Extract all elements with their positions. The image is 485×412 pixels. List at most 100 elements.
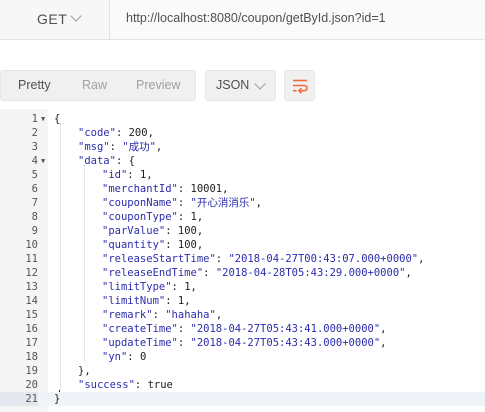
- code-text: "msg": "成功",: [78, 140, 162, 154]
- tab-preview[interactable]: Preview: [136, 78, 180, 92]
- code-line: 7 "couponName": "开心消消乐",: [0, 196, 485, 210]
- json-punct: :: [177, 197, 191, 209]
- code-text: "merchantId": 10001,: [102, 182, 228, 196]
- format-select[interactable]: JSON: [205, 70, 276, 101]
- line-number: 21: [0, 392, 38, 406]
- code-line: 19},: [0, 364, 485, 378]
- json-punct: :: [171, 281, 185, 293]
- json-punct: :: [165, 295, 178, 307]
- tab-raw[interactable]: Raw: [82, 78, 107, 92]
- fold-toggle-icon[interactable]: ▼: [41, 154, 45, 168]
- code-text: "limitType": 1,: [102, 280, 197, 294]
- line-number: 18: [25, 351, 38, 363]
- code-line: 14 "limitNum": 1,: [0, 294, 485, 308]
- code-text: "success": true: [78, 378, 173, 392]
- line-number: 20: [25, 379, 38, 391]
- json-punct: ,: [196, 225, 204, 237]
- json-punct: :: [177, 211, 191, 223]
- json-string: "开心消消乐": [190, 197, 256, 209]
- json-value: 100: [177, 225, 197, 237]
- json-punct: :: [115, 127, 129, 139]
- json-string: "成功": [122, 141, 156, 153]
- json-key: "couponName": [102, 197, 178, 209]
- json-punct: ,: [215, 309, 223, 321]
- json-punct: ,: [155, 141, 163, 153]
- code-line: 2 "code": 200,: [0, 126, 485, 140]
- url-input[interactable]: http://localhost:8080/coupon/getById.jso…: [126, 11, 386, 25]
- json-punct: :: [177, 323, 191, 335]
- code-line: 13 "limitType": 1,: [0, 280, 485, 294]
- code-line: 6 "merchantId": 10001,: [0, 182, 485, 196]
- code-line: 21}: [0, 392, 485, 406]
- code-line: 15 "remark": "hahaha",: [0, 308, 485, 322]
- json-punct: :: [177, 183, 191, 195]
- code-line: 17 "updateTime": "2018-04-27T05:43:43.000…: [0, 336, 485, 350]
- code-line: 10 "quantity": 100,: [0, 238, 485, 252]
- fold-toggle-icon[interactable]: ▼: [41, 112, 45, 126]
- code-text: "updateTime": "2018-04-27T05:43:43.000+0…: [102, 336, 387, 350]
- line-number: 1: [31, 113, 38, 125]
- json-punct: ,: [418, 253, 425, 265]
- code-line: 11 "releaseStartTime": "2018-04-27T00:43:…: [0, 252, 485, 266]
- json-key: "remark": [102, 309, 153, 321]
- line-number: 4: [31, 155, 38, 167]
- line-number: 10: [25, 239, 38, 251]
- code-line: 4 ▼ "data": {: [0, 154, 485, 168]
- json-punct: ,: [196, 239, 204, 251]
- json-punct: : {: [115, 155, 135, 167]
- json-punct: ,: [380, 337, 387, 349]
- method-select[interactable]: GET: [0, 0, 110, 39]
- json-punct: :: [134, 379, 148, 391]
- json-punct: :: [152, 309, 166, 321]
- json-string: "2018-04-27T00:43:07.000+0000": [228, 253, 419, 265]
- code-line: 12 "releaseEndTime": "2018-04-28T05:43:29…: [0, 266, 485, 280]
- json-key: "msg": [78, 141, 110, 153]
- code-text: "parValue": 100,: [102, 224, 203, 238]
- json-string: "2018-04-27T05:43:41.000+0000": [190, 323, 381, 335]
- json-key: "releaseStartTime": [102, 253, 216, 265]
- tab-pretty[interactable]: Pretty: [18, 78, 51, 92]
- code-text: "quantity": 100,: [102, 238, 203, 252]
- json-punct: {: [54, 113, 61, 125]
- line-number: 6: [31, 183, 38, 195]
- json-punct: :: [165, 239, 178, 251]
- json-key: "code": [78, 127, 116, 139]
- chevron-down-icon: [254, 78, 266, 90]
- json-string: "2018-04-27T05:43:43.000+0000": [190, 337, 381, 349]
- code-text: "releaseStartTime": "2018-04-27T00:43:07…: [102, 252, 424, 266]
- json-string: "hahaha": [165, 309, 216, 321]
- json-punct: ,: [196, 211, 204, 223]
- line-number: 19: [25, 365, 38, 377]
- json-key: "releaseEndTime": [102, 267, 204, 279]
- line-number: 2: [31, 127, 38, 139]
- json-punct: },: [78, 365, 91, 377]
- view-mode-tabs: Pretty Raw Preview: [0, 70, 196, 101]
- json-punct: ,: [184, 295, 191, 307]
- json-punct: ,: [380, 323, 387, 335]
- response-toolbar: Pretty Raw Preview JSON: [0, 70, 485, 102]
- line-number: 11: [25, 253, 38, 265]
- method-label: GET: [37, 11, 68, 27]
- code-text: "couponType": 1,: [102, 210, 203, 224]
- json-key: "updateTime": [102, 337, 178, 349]
- code-text: "createTime": "2018-04-27T05:43:41.000+0…: [102, 322, 387, 336]
- line-number: 9: [31, 225, 38, 237]
- json-punct: :: [165, 225, 178, 237]
- json-value: true: [147, 379, 173, 391]
- line-number: 3: [31, 141, 38, 153]
- code-line: 16 "createTime": "2018-04-27T05:43:41.000…: [0, 322, 485, 336]
- code-text: "data": {: [78, 154, 135, 168]
- json-key: "data": [78, 155, 116, 167]
- json-key: "parValue": [102, 225, 166, 237]
- code-line: 18 "yn": 0: [0, 350, 485, 364]
- json-punct: :: [177, 337, 191, 349]
- code-line: 5 "id": 1,: [0, 168, 485, 182]
- response-body[interactable]: 1 ▼{2 "code": 200, 3 "msg": "成功", 4 ▼ "data": {…: [0, 109, 485, 412]
- code-text: "code": 200,: [78, 126, 154, 140]
- code-line: 3 "msg": "成功",: [0, 140, 485, 154]
- json-key: "limitNum": [102, 295, 166, 307]
- wrap-lines-button[interactable]: [284, 70, 315, 101]
- json-value: 100: [177, 239, 197, 251]
- json-key: "merchantId": [102, 183, 178, 195]
- code-line: 1 ▼ {: [0, 112, 485, 126]
